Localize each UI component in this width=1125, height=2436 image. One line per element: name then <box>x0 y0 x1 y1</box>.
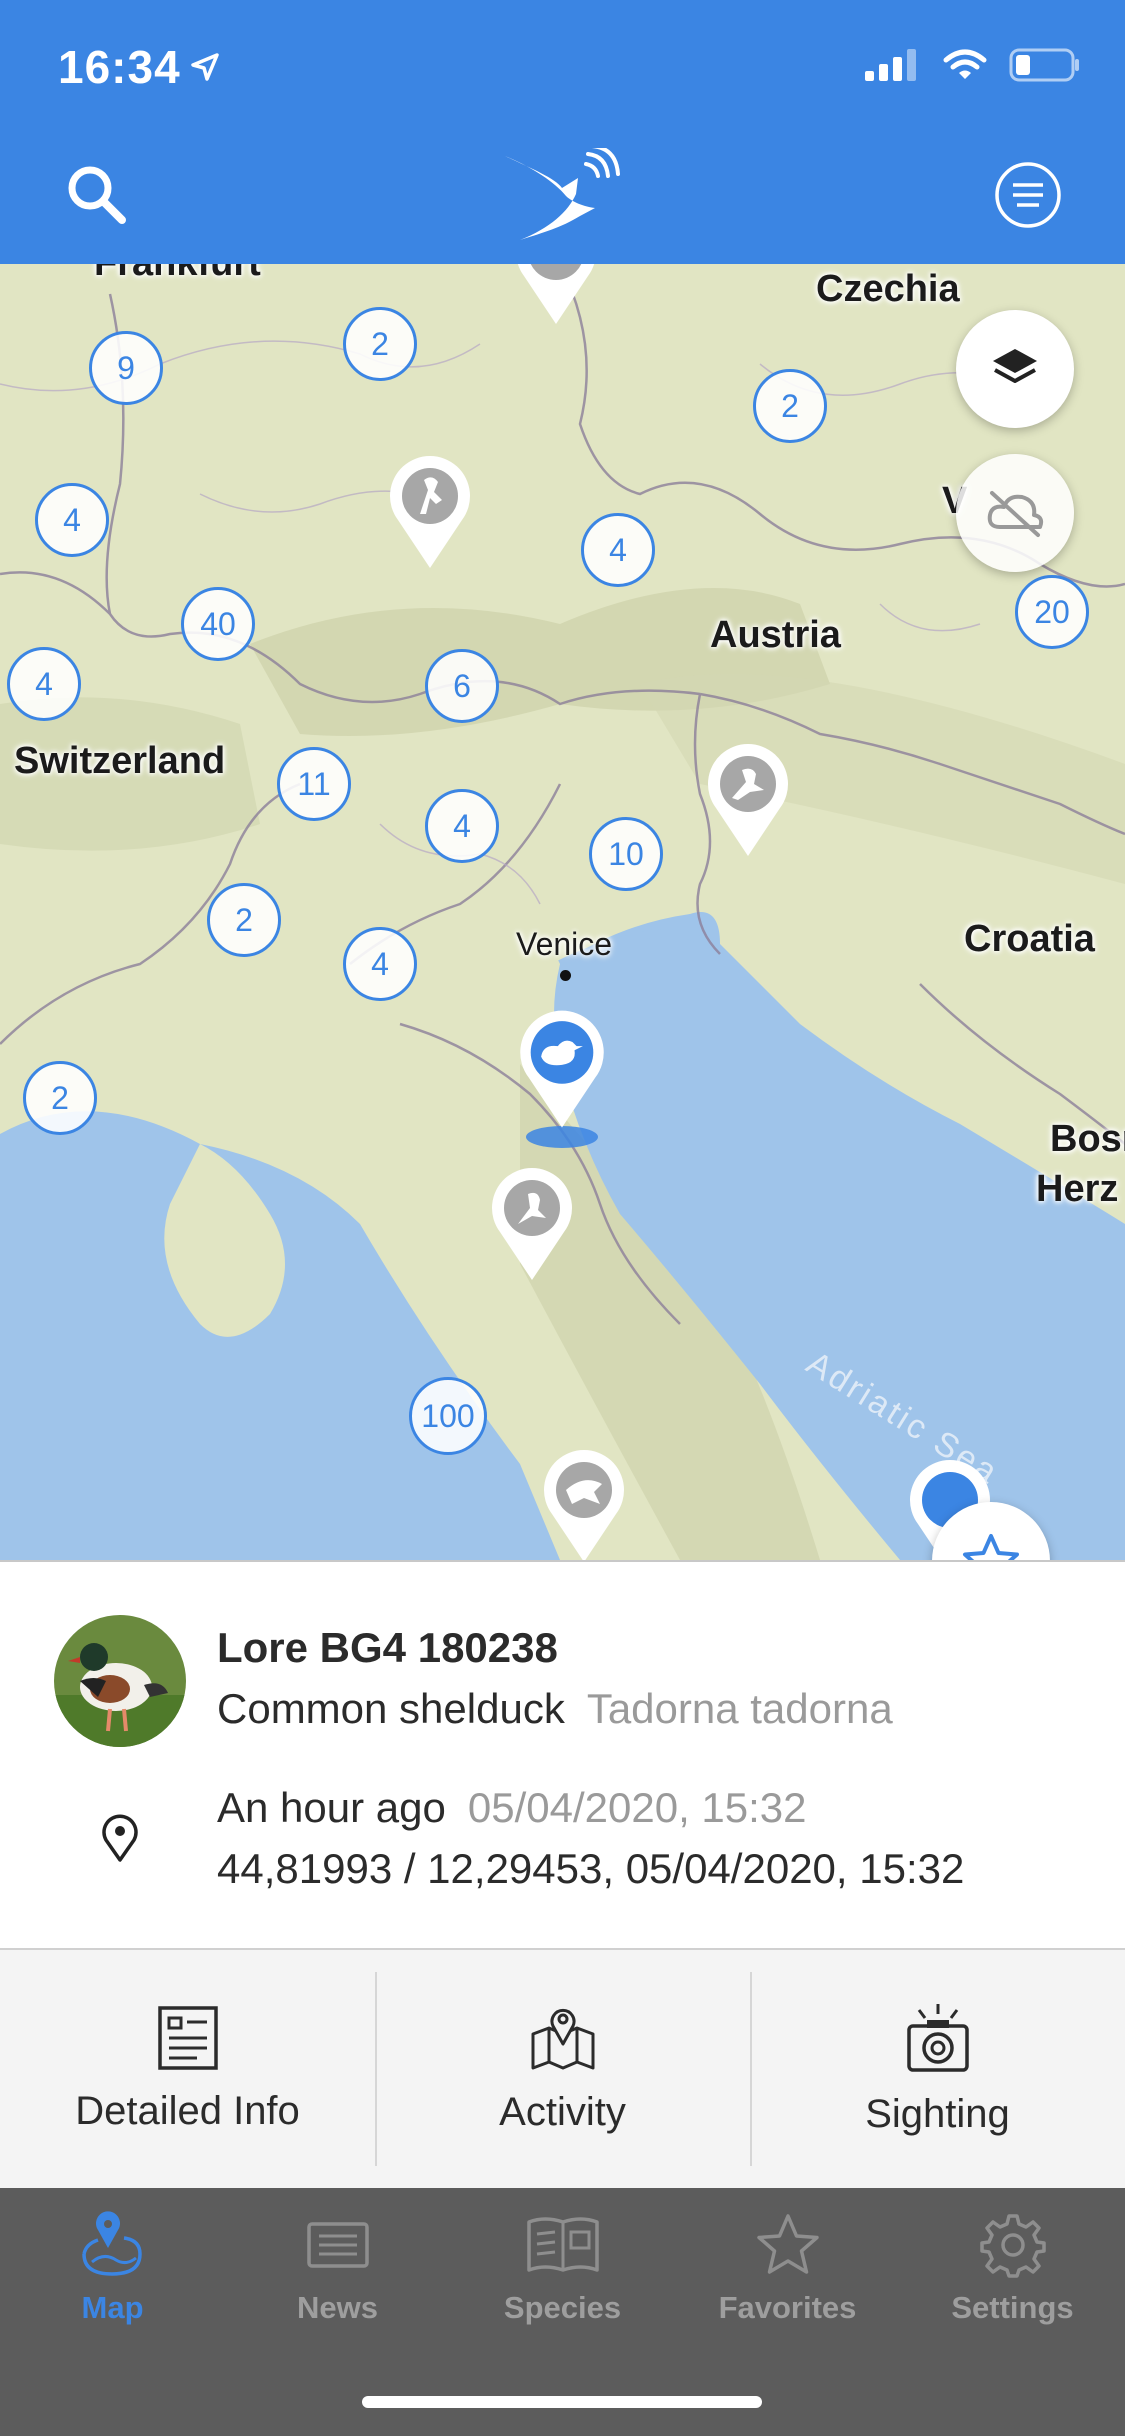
tab-label: Favorites <box>718 2290 857 2325</box>
map-cluster[interactable]: 2 <box>207 883 281 957</box>
map-cluster[interactable]: 6 <box>425 649 499 723</box>
status-time: 16:34 <box>58 41 181 93</box>
place-label: Switzerland <box>14 740 226 782</box>
map-cluster[interactable]: 2 <box>753 369 827 443</box>
battery-icon <box>1009 48 1079 82</box>
search-icon[interactable] <box>62 160 132 230</box>
tab-settings[interactable]: Settings <box>900 2188 1125 2436</box>
tab-label: Map <box>81 2290 144 2325</box>
status-icons <box>865 48 1081 82</box>
bird-pin[interactable] <box>486 1162 578 1282</box>
map-cluster[interactable]: 4 <box>343 927 417 1001</box>
news-icon <box>306 2222 369 2268</box>
signal-icon <box>865 49 916 81</box>
tab-label: Species <box>503 2290 622 2325</box>
place-label: Venice <box>516 926 613 962</box>
map-cluster[interactable]: 9 <box>89 331 163 405</box>
stork-logo-icon <box>505 148 620 240</box>
filter-menu-icon[interactable] <box>993 160 1063 230</box>
bird-name: Lore BG4 180238 <box>217 1624 558 1671</box>
selected-bird-pin[interactable] <box>514 1004 610 1130</box>
map-cluster[interactable]: 10 <box>589 817 663 891</box>
map-pin-icon <box>531 2008 594 2069</box>
place-label: Austria <box>710 614 841 656</box>
cloud-off-icon <box>987 491 1044 537</box>
city-dot <box>560 970 571 981</box>
map-base <box>0 264 1125 1560</box>
gear-icon <box>979 2214 1046 2278</box>
place-label: Czechia <box>816 268 960 310</box>
tab-label: Settings <box>951 2290 1074 2325</box>
book-icon <box>526 2217 599 2272</box>
bird-pin[interactable] <box>384 450 476 570</box>
species-line: Common shelduck Tadorna tadorna <box>217 1685 893 1733</box>
bird-pin[interactable] <box>510 264 602 326</box>
layers-button[interactable] <box>956 310 1074 428</box>
timestamp: 05/04/2020, 15:32 <box>467 1784 807 1831</box>
map-cluster[interactable]: 4 <box>425 789 499 863</box>
action-label: Detailed Info <box>75 2088 300 2133</box>
latin-name: Tadorna tadorna <box>586 1685 893 1732</box>
map-cluster[interactable]: 4 <box>35 483 109 557</box>
app-header: 16:34 <box>0 0 1125 264</box>
map-cluster[interactable]: 100 <box>409 1377 487 1455</box>
bird-pin[interactable] <box>702 738 794 858</box>
location-pin-icon <box>102 1814 138 1862</box>
activity-button[interactable]: Activity <box>375 1950 750 2188</box>
map-cluster[interactable]: 2 <box>343 307 417 381</box>
relative-time: An hour ago <box>217 1784 446 1831</box>
place-label: Frankfurt <box>94 264 261 285</box>
wifi-icon <box>943 49 987 79</box>
common-name: Common shelduck <box>217 1685 565 1732</box>
map-cluster[interactable]: 11 <box>277 747 351 821</box>
map-cluster[interactable]: 4 <box>581 513 655 587</box>
camera-icon <box>906 2003 969 2072</box>
bird-avatar <box>54 1615 186 1747</box>
detailed-info-button[interactable]: Detailed Info <box>0 1950 375 2188</box>
place-label: Herz <box>1036 1168 1119 1210</box>
map-cluster[interactable]: 4 <box>7 647 81 721</box>
bird-info-panel[interactable]: Lore BG4 180238 Common shelduck Tadorna t… <box>0 1560 1125 1948</box>
map-cluster[interactable]: 20 <box>1015 575 1089 649</box>
map-view[interactable]: Frankfurt Czechia V Austria Switzerland … <box>0 264 1125 1560</box>
last-seen-line: An hour ago 05/04/2020, 15:32 <box>217 1784 807 1832</box>
location-arrow-icon <box>191 53 219 81</box>
place-label: Bosn <box>1050 1118 1125 1160</box>
star-icon <box>756 2214 819 2274</box>
action-bar: Detailed Info Activity Sighting <box>0 1948 1125 2188</box>
document-icon <box>157 2005 218 2070</box>
map-icon <box>81 2211 142 2276</box>
action-label: Activity <box>499 2089 626 2134</box>
bird-pin[interactable] <box>538 1444 630 1560</box>
coordinates: 44,81993 / 12,29453, 05/04/2020, 15:32 <box>217 1845 965 1892</box>
action-label: Sighting <box>865 2091 1010 2136</box>
place-label: Croatia <box>964 918 1095 960</box>
map-cluster[interactable]: 40 <box>181 587 255 661</box>
tab-map[interactable]: Map <box>0 2188 225 2436</box>
home-indicator[interactable] <box>362 2396 762 2408</box>
tab-label: News <box>297 2290 378 2325</box>
sighting-button[interactable]: Sighting <box>750 1950 1125 2188</box>
layers-icon <box>993 349 1037 383</box>
cloud-off-button[interactable] <box>956 454 1074 572</box>
map-cluster[interactable]: 2 <box>23 1061 97 1135</box>
